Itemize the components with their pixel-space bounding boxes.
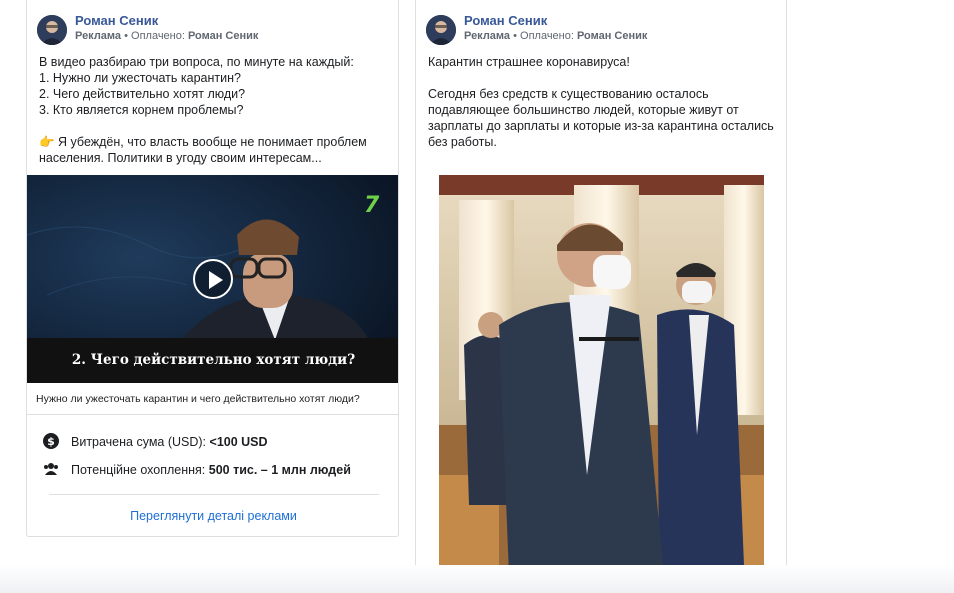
see-ad-details-link[interactable]: Переглянути деталі реклами	[27, 509, 398, 523]
ad-text-line: Карантин страшнее коронавируса!	[428, 55, 630, 69]
avatar[interactable]	[37, 15, 67, 45]
play-icon[interactable]	[193, 259, 233, 299]
ad-text-line: В видео разбираю три вопроса, по минуте …	[39, 55, 354, 69]
ad-text: Карантин страшнее коронавируса! Сегодня …	[428, 54, 780, 150]
sponsored-label: Реклама	[464, 30, 511, 42]
ad-header: Роман Сеник Реклама • Оплачено: Роман Се…	[37, 13, 377, 47]
video-subtitle: 2. Чего действительно хотят люди?	[27, 338, 398, 383]
spend-stat: $ Витрачена сума (USD): <100 USD	[43, 433, 268, 449]
ad-meta: Реклама • Оплачено: Роман Сеник	[464, 30, 647, 42]
ad-card-1: Роман Сеник Реклама • Оплачено: Роман Се…	[26, 0, 399, 537]
page-bottom	[0, 565, 954, 593]
ad-meta: Реклама • Оплачено: Роман Сеник	[75, 30, 258, 42]
ad-text-line: 3. Кто является корнем проблемы?	[39, 103, 244, 117]
svg-text:$: $	[47, 435, 55, 448]
advertiser-name[interactable]: Роман Сеник	[75, 13, 158, 28]
ad-text-line: населения. Политики в угоду своим интере…	[39, 151, 322, 165]
ad-library-page: Роман Сеник Реклама • Оплачено: Роман Се…	[0, 0, 954, 593]
ad-text-line: 2. Чего действительно хотят люди?	[39, 87, 246, 101]
spend-label: Витрачена сума (USD):	[71, 435, 210, 449]
channel-logo: 7	[364, 193, 380, 218]
meta-separator: •	[510, 30, 521, 42]
link-caption[interactable]: Нужно ли ужесточать карантин и чего дейс…	[27, 383, 398, 415]
ad-text-gap	[39, 118, 391, 134]
reach-stat: Потенційне охоплення: 500 тис. – 1 млн л…	[43, 461, 351, 477]
paid-by: Роман Сеник	[576, 30, 648, 42]
paid-prefix: Оплачено:	[520, 30, 577, 42]
ad-image[interactable]	[439, 175, 764, 575]
ad-text: В видео разбираю три вопроса, по минуте …	[39, 54, 391, 166]
advertiser-name[interactable]: Роман Сеник	[464, 13, 547, 28]
ad-text-line: Сегодня без средств к существованию оста…	[428, 87, 709, 101]
people-icon	[43, 461, 59, 477]
ad-card-2: Роман Сеник Реклама • Оплачено: Роман Се…	[415, 0, 787, 593]
ad-text-gap	[428, 70, 780, 86]
ad-text-line: подавляющее большинство людей, которые ж…	[428, 103, 739, 117]
avatar[interactable]	[426, 15, 456, 45]
sponsored-label: Реклама	[75, 30, 122, 42]
ad-text-line: 👉 Я убеждён, что власть вообще не понима…	[39, 135, 367, 149]
video-player[interactable]: 7 2. Чего действительно хотят люди?	[27, 175, 398, 383]
ad-text-line: без работы.	[428, 135, 497, 149]
paid-by: Роман Сеник	[187, 30, 259, 42]
reach-label: Потенційне охоплення:	[71, 463, 209, 477]
ad-header: Роман Сеник Реклама • Оплачено: Роман Се…	[426, 13, 766, 47]
paid-prefix: Оплачено:	[131, 30, 188, 42]
ad-text-line: 1. Нужно ли ужесточать карантин?	[39, 71, 241, 85]
dollar-icon: $	[43, 433, 59, 449]
spend-value: <100 USD	[209, 435, 268, 449]
reach-value: 500 тис. – 1 млн людей	[208, 463, 351, 477]
meta-separator: •	[121, 30, 132, 42]
divider	[49, 494, 379, 495]
ad-text-line: зарплаты до зарплаты и которые из-за кар…	[428, 119, 774, 133]
